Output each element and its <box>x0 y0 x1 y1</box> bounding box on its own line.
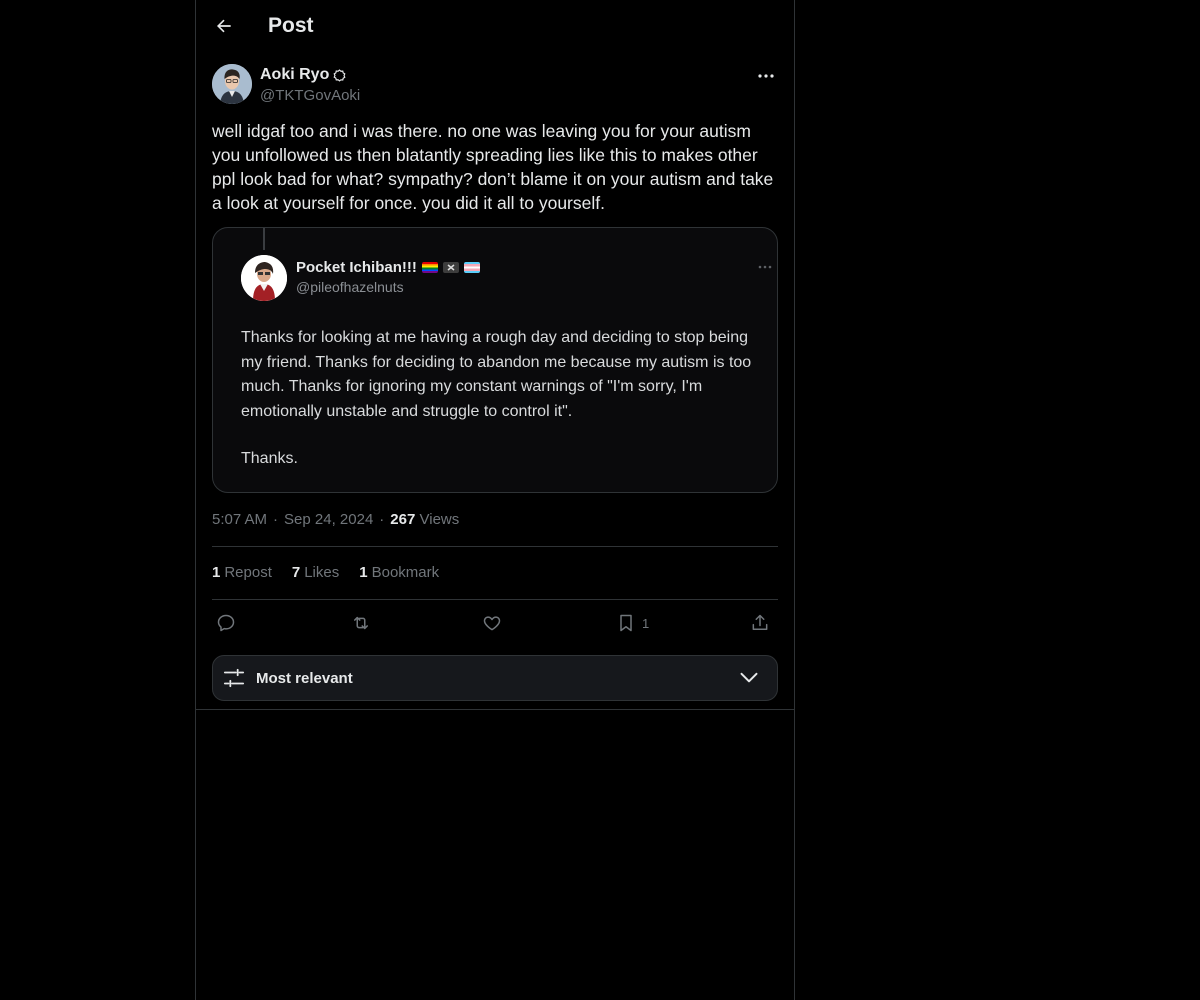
top-bar: Post <box>196 0 794 54</box>
share-icon <box>752 614 768 630</box>
sliders-icon <box>223 668 245 688</box>
more-icon <box>758 74 774 78</box>
divider <box>196 709 794 710</box>
heart-icon <box>483 616 501 631</box>
repost-button[interactable] <box>350 609 372 637</box>
quote-more-icon <box>755 260 775 274</box>
sort-label: Most relevant <box>256 670 353 687</box>
divider <box>212 546 778 547</box>
author-name[interactable]: Aoki Ryo <box>260 66 346 84</box>
post-time[interactable]: 5:07 AM <box>212 511 267 528</box>
action-bar: 1 <box>212 609 778 637</box>
reply-button[interactable] <box>216 609 236 637</box>
share-button[interactable] <box>750 609 770 637</box>
sort-replies-dropdown[interactable]: Most relevant <box>212 655 778 701</box>
reposts-stat[interactable]: 1 Repost <box>212 564 272 581</box>
back-button[interactable] <box>206 8 242 44</box>
author-avatar[interactable] <box>212 64 252 104</box>
author-handle[interactable]: @TKTGovAoki <box>260 87 360 104</box>
separator: · <box>273 511 279 528</box>
quote-author-handle: @pileofhazelnuts <box>296 279 404 295</box>
quote-text: Thanks for looking at me having a rough … <box>241 329 752 420</box>
like-button[interactable] <box>482 609 502 637</box>
page-title: Post <box>268 14 314 37</box>
more-options-button[interactable] <box>754 66 778 86</box>
views[interactable]: 267 Views <box>390 511 459 528</box>
chevron-down-icon <box>740 672 758 683</box>
quote-avatar <box>241 255 287 301</box>
post-meta: 5:07 AM · Sep 24, 2024 · 267 Views <box>212 511 459 528</box>
bookmark-count: 1 <box>642 615 650 631</box>
badge-icon <box>333 68 346 82</box>
quote-author-name: Pocket Ichiban!!! <box>296 259 480 276</box>
quote-closing: Thanks. <box>241 450 298 467</box>
bookmark-icon <box>620 614 632 632</box>
separator: · <box>379 511 385 528</box>
post-date[interactable]: Sep 24, 2024 <box>284 511 373 528</box>
bookmark-button[interactable]: 1 <box>616 609 649 637</box>
main-column: Post Aoki Ryo @TKTGovAoki well idgaf too… <box>195 0 795 1000</box>
repost-icon <box>354 616 368 630</box>
arrow-left-icon <box>217 19 231 33</box>
reply-icon <box>217 614 235 632</box>
pirate-flag-icon <box>442 262 459 273</box>
bookmarks-stat[interactable]: 1 Bookmark <box>359 564 439 581</box>
post-text: well idgaf too and i was there. no one w… <box>212 121 774 213</box>
trans-flag-icon <box>463 262 480 273</box>
thread-line <box>263 228 265 250</box>
post-stats: 1 Repost 7 Likes 1 Bookmark <box>212 564 439 581</box>
post-author: Aoki Ryo @TKTGovAoki <box>212 64 778 108</box>
quoted-post-image[interactable]: Pocket Ichiban!!! @pileofhazelnuts Thank… <box>212 227 778 493</box>
rainbow-flag-icon <box>421 262 438 273</box>
likes-stat[interactable]: 7 Likes <box>292 564 339 581</box>
divider <box>212 599 778 600</box>
